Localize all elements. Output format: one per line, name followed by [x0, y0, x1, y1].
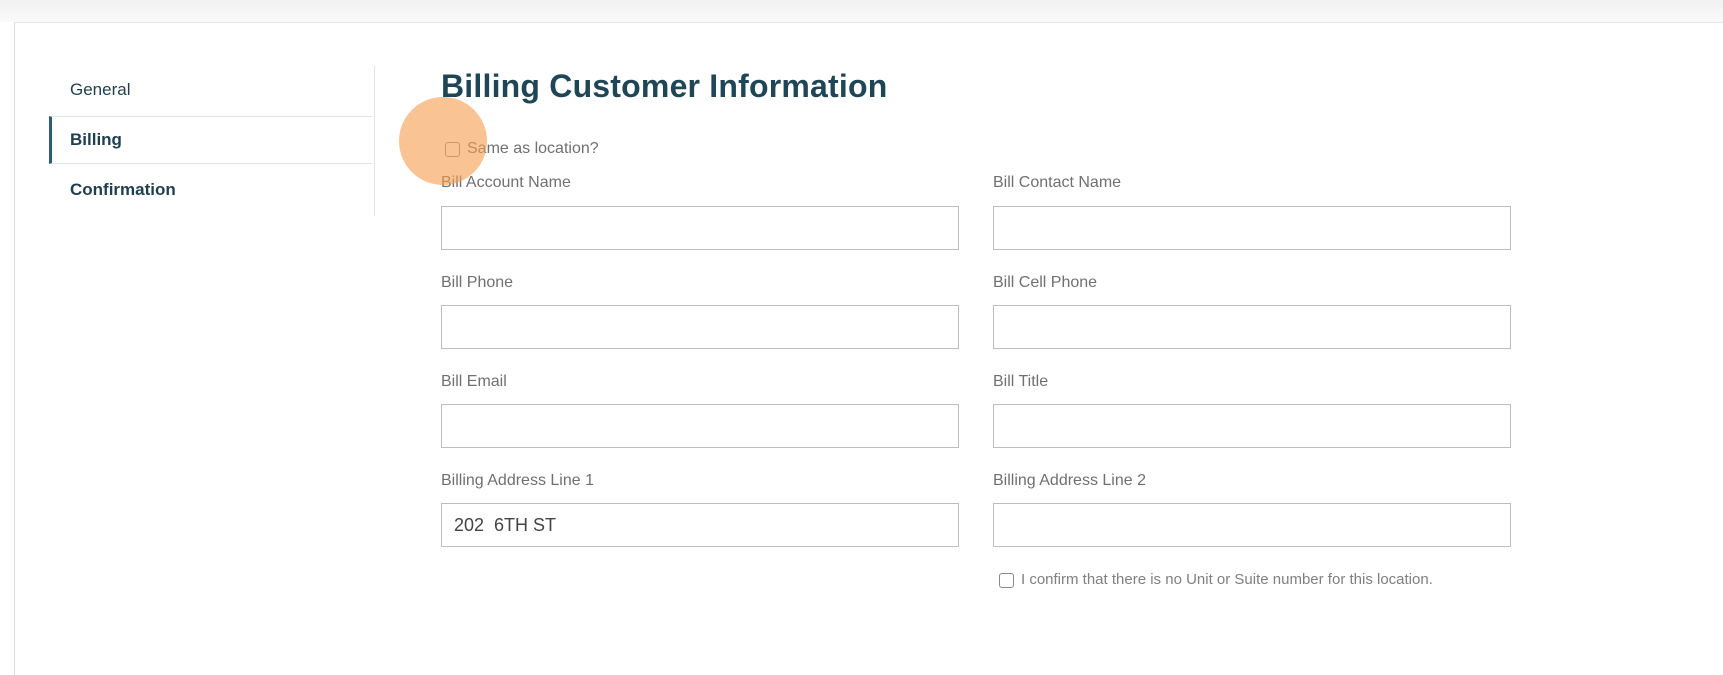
same-as-location-label: Same as location?: [467, 140, 599, 157]
bill-email-label: Bill Email: [441, 373, 507, 390]
bill-cell-phone-input[interactable]: [993, 305, 1511, 349]
confirm-no-unit-row[interactable]: I confirm that there is no Unit or Suite…: [999, 572, 1489, 588]
bill-phone-label: Bill Phone: [441, 274, 514, 291]
same-as-location-row[interactable]: Same as location?: [445, 140, 599, 158]
page: General Billing Confirmation Billing Cus…: [0, 0, 1723, 675]
sidebar-item-label: Billing: [70, 130, 122, 149]
bill-title-label: Bill Title: [993, 373, 1049, 390]
top-strip: [0, 0, 1723, 22]
billing-address-line-2-label: Billing Address Line 2: [993, 472, 1146, 489]
billing-address-line-2-input[interactable]: [993, 503, 1511, 547]
page-title: Billing Customer Information: [441, 68, 888, 104]
sidebar-item-label: General: [70, 80, 131, 99]
sidebar-item-label: Confirmation: [70, 180, 176, 199]
bill-contact-name-input[interactable]: [993, 206, 1511, 250]
step-sidebar: General Billing Confirmation: [49, 66, 375, 216]
bill-account-name-label: Bill Account Name: [441, 174, 571, 191]
same-as-location-checkbox[interactable]: [445, 141, 460, 157]
billing-address-line-1-input[interactable]: [441, 503, 959, 547]
bill-contact-name-label: Bill Contact Name: [993, 174, 1122, 191]
sidebar-item-general[interactable]: General: [52, 66, 372, 114]
bill-cell-phone-label: Bill Cell Phone: [993, 274, 1098, 291]
sidebar-item-confirmation[interactable]: Confirmation: [52, 166, 372, 214]
bill-account-name-input[interactable]: [441, 206, 959, 250]
sidebar-item-billing[interactable]: Billing: [49, 116, 372, 164]
billing-address-line-1-label: Billing Address Line 1: [441, 472, 594, 489]
bill-phone-input[interactable]: [441, 305, 959, 349]
bill-title-input[interactable]: [993, 404, 1511, 448]
confirm-no-unit-label: I confirm that there is no Unit or Suite…: [1021, 571, 1433, 588]
bill-email-input[interactable]: [441, 404, 959, 448]
confirm-no-unit-checkbox[interactable]: [999, 573, 1014, 588]
